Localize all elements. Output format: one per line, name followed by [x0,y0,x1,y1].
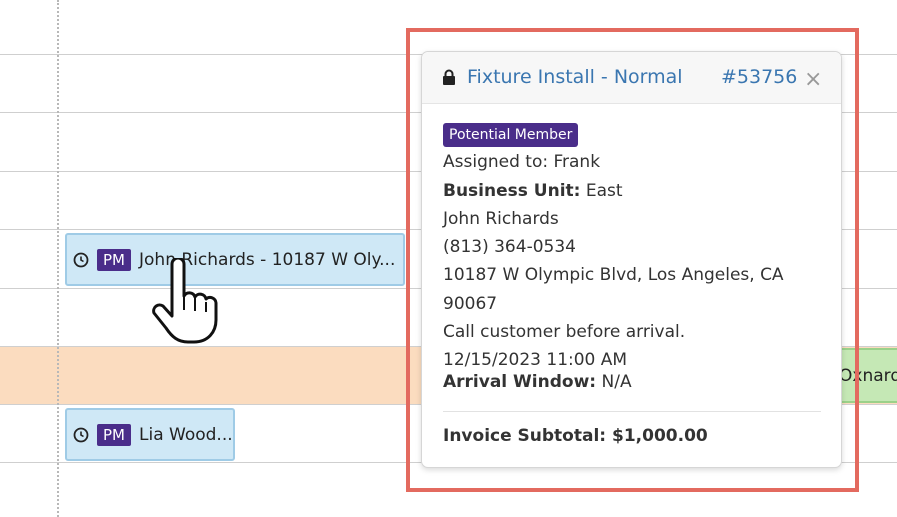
calendar-event-john-richards[interactable]: PM John Richards - 10187 W Oly... [65,233,405,286]
event-title: Lia Wood... [139,424,233,445]
clock-icon [73,427,89,443]
pm-badge: PM [97,248,131,271]
pm-badge: PM [97,423,131,446]
time-column-divider [57,0,59,517]
calendar-event-lia-wood[interactable]: PM Lia Wood... [65,408,235,461]
hand-pointer-cursor-icon [150,256,220,348]
clock-icon [73,252,89,268]
highlight-box [406,28,859,492]
